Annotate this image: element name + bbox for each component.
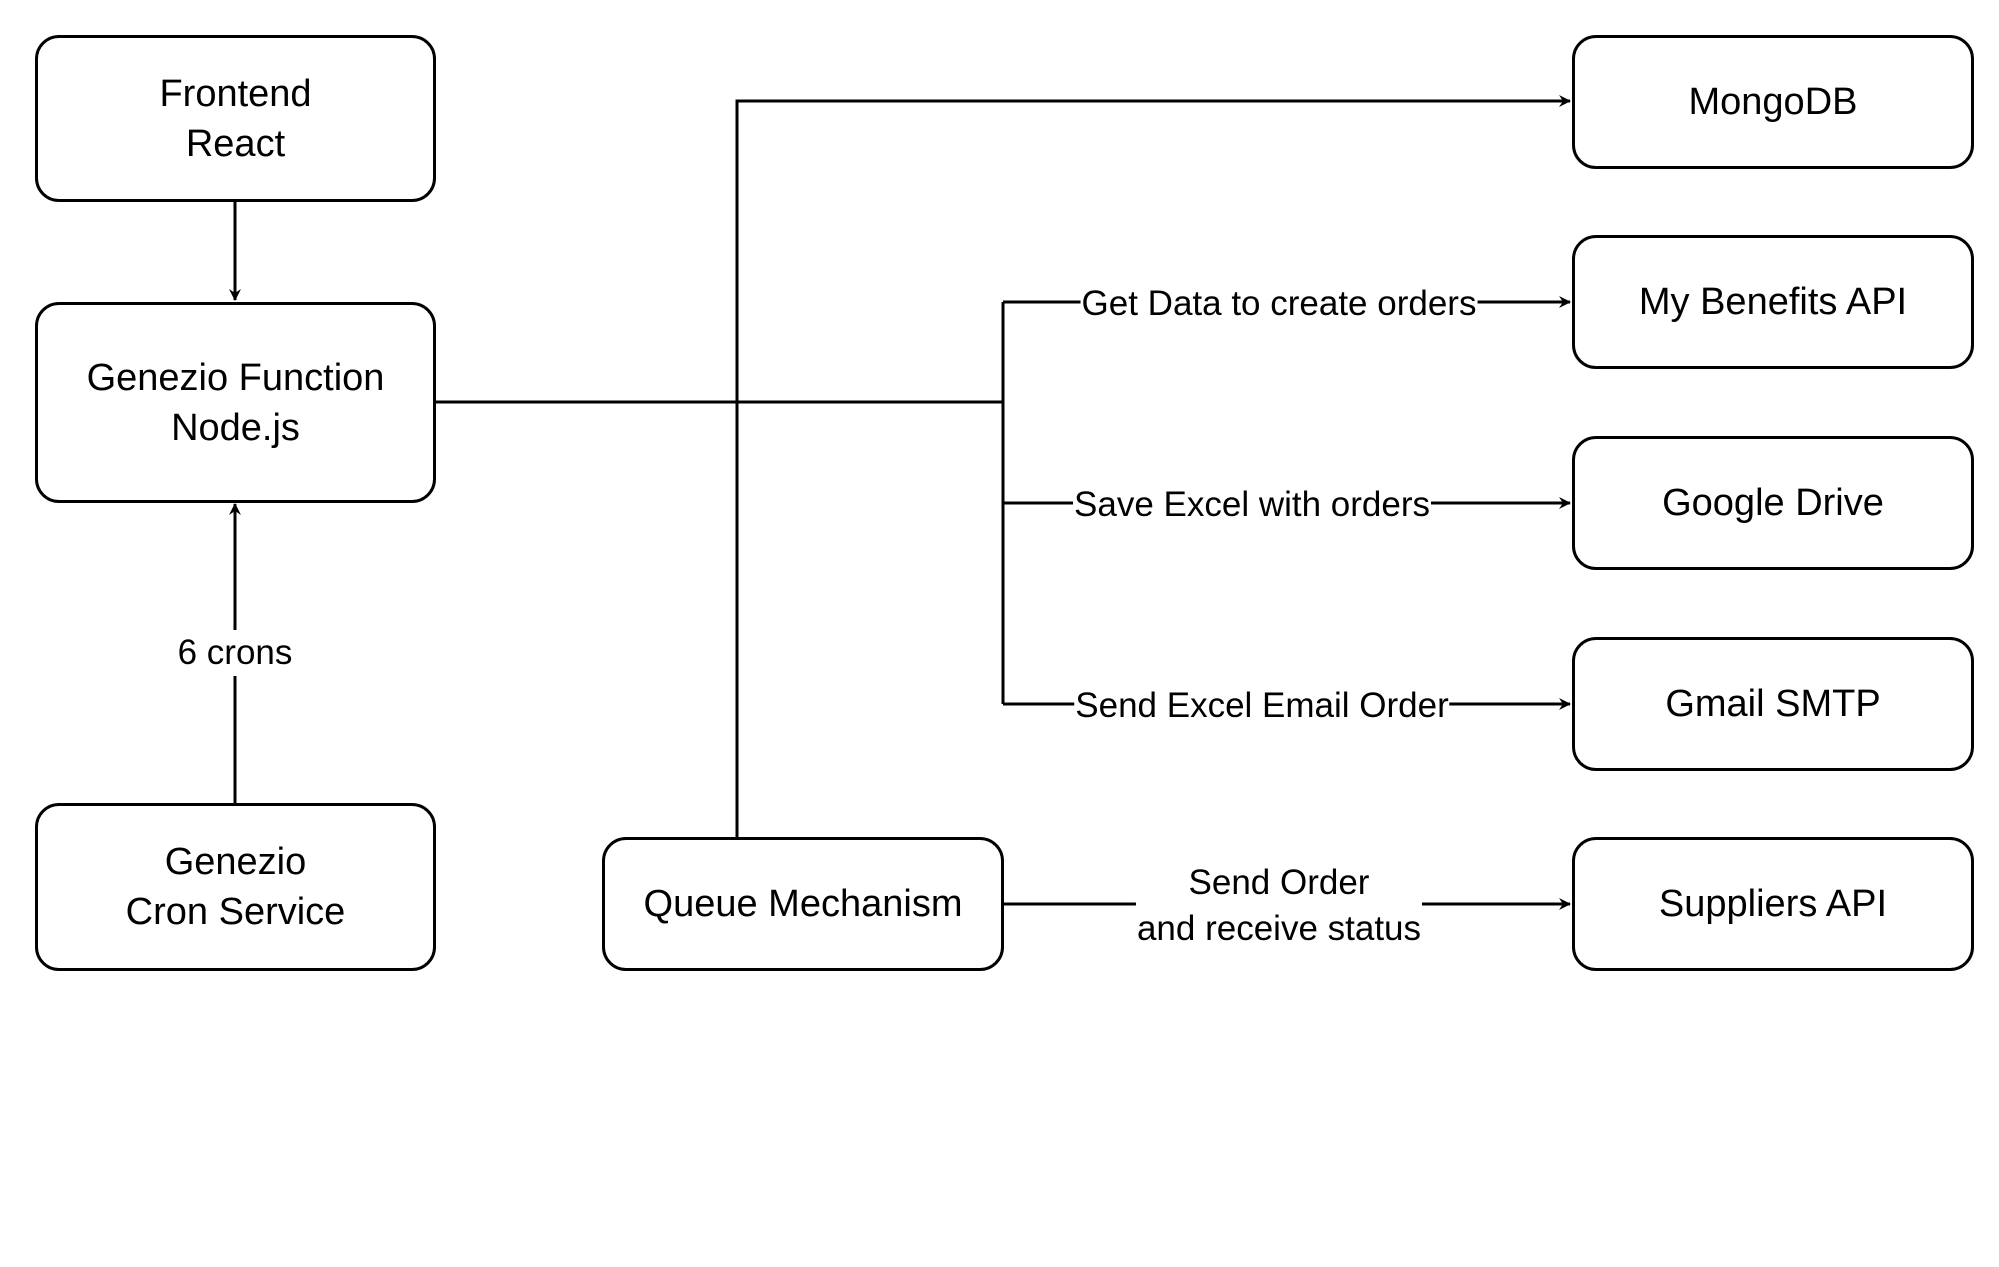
node-suppliers-api[interactable]: Suppliers API [1572, 837, 1974, 971]
node-frontend-react[interactable]: Frontend React [35, 35, 436, 202]
edge-label-send-excel-email: Send Excel Email Order [1074, 683, 1450, 729]
node-mongodb[interactable]: MongoDB [1572, 35, 1974, 169]
node-my-benefits-api[interactable]: My Benefits API [1572, 235, 1974, 369]
node-google-drive[interactable]: Google Drive [1572, 436, 1974, 570]
edge-label-save-excel: Save Excel with orders [1073, 482, 1431, 528]
node-queue-mechanism[interactable]: Queue Mechanism [602, 837, 1004, 971]
edge-label-6-crons: 6 crons [176, 630, 294, 676]
node-genezio-function[interactable]: Genezio Function Node.js [35, 302, 436, 503]
edge-label-get-data: Get Data to create orders [1080, 281, 1478, 327]
edge-label-send-order: Send Order and receive status [1135, 860, 1423, 952]
node-genezio-cron-service[interactable]: Genezio Cron Service [35, 803, 436, 971]
node-gmail-smtp[interactable]: Gmail SMTP [1572, 637, 1974, 771]
